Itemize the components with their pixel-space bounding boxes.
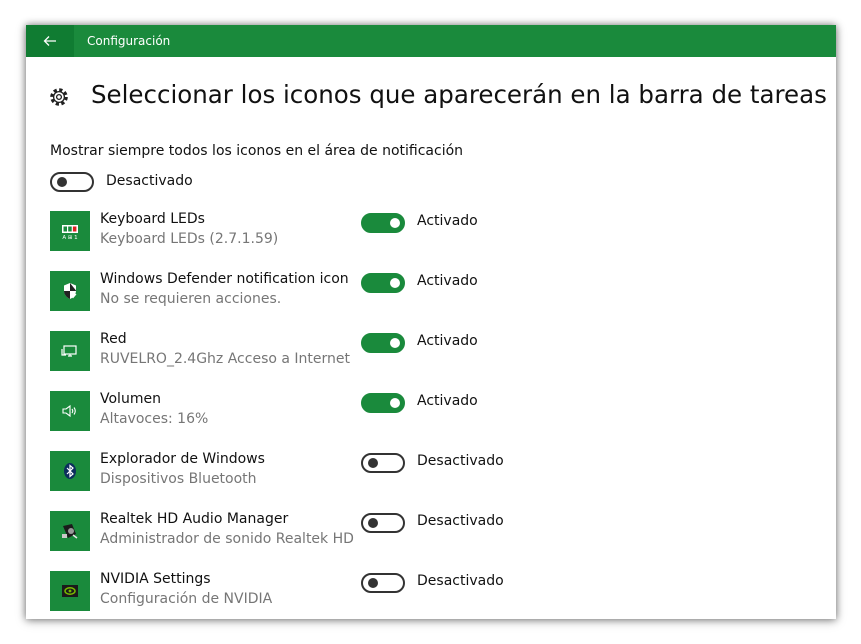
toggle-knob [390, 218, 400, 228]
app-toggle-state: Activado [417, 333, 478, 349]
app-tile: A ⊞ 1 [50, 211, 90, 251]
app-description: Altavoces: 16% [100, 411, 209, 427]
bluetooth-icon [64, 463, 76, 479]
app-name: Explorador de Windows [100, 451, 265, 467]
app-tile [50, 391, 90, 431]
app-toggle-state: Activado [417, 213, 478, 229]
app-toggle[interactable] [361, 513, 405, 533]
app-name: Volumen [100, 391, 161, 407]
app-toggle-state: Desactivado [417, 513, 504, 529]
app-toggle[interactable] [361, 453, 405, 473]
app-tile [50, 511, 90, 551]
app-description: Keyboard LEDs (2.7.1.59) [100, 231, 279, 247]
toggle-knob [368, 518, 378, 528]
app-toggle-state: Desactivado [417, 573, 504, 589]
toggle-knob [390, 398, 400, 408]
toggle-knob [390, 338, 400, 348]
gear-icon [50, 88, 68, 106]
app-toggle[interactable] [361, 273, 405, 293]
app-row-realtek: Realtek HD Audio Manager Administrador d… [26, 511, 836, 571]
app-row-explorador: Explorador de Windows Dispositivos Bluet… [26, 451, 836, 511]
app-description: Configuración de NVIDIA [100, 591, 273, 607]
app-tile [50, 571, 90, 611]
app-name: Keyboard LEDs [100, 211, 205, 227]
back-button[interactable] [26, 25, 74, 57]
app-toggle-state: Desactivado [417, 453, 504, 469]
app-row-windows-defender: Windows Defender notification icon No se… [26, 271, 836, 331]
app-description: RUVELRO_2.4Ghz Acceso a Internet [100, 351, 350, 367]
app-row-keyboard-leds: A ⊞ 1 Keyboard LEDs Keyboard LEDs (2.7.1… [26, 211, 836, 271]
app-description: Administrador de sonido Realtek HD [100, 531, 354, 547]
app-row-volumen: Volumen Altavoces: 16% Activado [26, 391, 836, 451]
app-name: Realtek HD Audio Manager [100, 511, 289, 527]
app-name: Red [100, 331, 127, 347]
svg-text:A ⊞ 1: A ⊞ 1 [62, 235, 77, 241]
app-tile [50, 451, 90, 491]
app-toggle[interactable] [361, 393, 405, 413]
app-toggle-state: Activado [417, 273, 478, 289]
always-show-state: Desactivado [106, 173, 193, 189]
toggle-knob [368, 578, 378, 588]
app-toggle[interactable] [361, 213, 405, 233]
app-tile [50, 271, 90, 311]
toggle-knob [368, 458, 378, 468]
app-name: NVIDIA Settings [100, 571, 211, 587]
app-toggle[interactable] [361, 333, 405, 353]
settings-window: Configuración Seleccionar los iconos que… [26, 25, 836, 619]
always-show-label: Mostrar siempre todos los iconos en el á… [50, 143, 464, 159]
speaker-icon [62, 404, 76, 418]
always-show-toggle[interactable] [50, 172, 94, 192]
app-row-nvidia: NVIDIA Settings Configuración de NVIDIA … [26, 571, 836, 619]
keyboard-leds-icon: A ⊞ 1 [62, 225, 78, 241]
realtek-audio-icon [62, 524, 78, 539]
network-icon [61, 345, 77, 357]
window-title: Configuración [87, 34, 171, 48]
app-description: Dispositivos Bluetooth [100, 471, 257, 487]
toggle-knob [390, 278, 400, 288]
toggle-knob [57, 177, 67, 187]
nvidia-icon [62, 585, 78, 597]
page-title: Seleccionar los iconos que aparecerán en… [91, 80, 827, 109]
app-toggle[interactable] [361, 573, 405, 593]
back-arrow-icon [43, 36, 56, 46]
title-bar: Configuración [26, 25, 836, 57]
app-tile [50, 331, 90, 371]
app-row-red: Red RUVELRO_2.4Ghz Acceso a Internet Act… [26, 331, 836, 391]
app-name: Windows Defender notification icon [100, 271, 349, 287]
app-description: No se requieren acciones. [100, 291, 282, 307]
app-toggle-state: Activado [417, 393, 478, 409]
defender-shield-icon [64, 283, 77, 299]
